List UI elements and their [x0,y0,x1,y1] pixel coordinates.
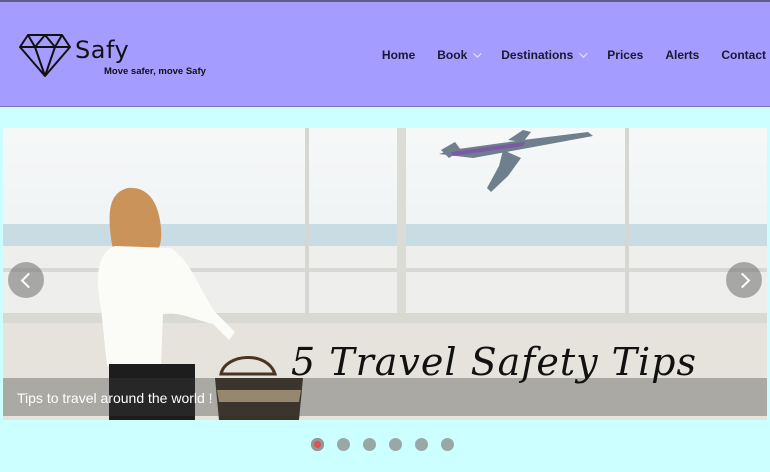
top-header: Safy Move safer, move Safy Home Book Des… [0,0,770,107]
chevron-right-icon [734,272,750,288]
slider-dot-3[interactable] [363,438,376,451]
nav-contact[interactable]: Contact [721,48,766,62]
nav-destinations-label: Destinations [501,48,574,62]
slider-dot-5[interactable] [415,438,428,451]
nav-contact-label: Contact [721,48,766,62]
nav-book[interactable]: Book [437,48,482,62]
diamond-icon [19,34,71,77]
nav-home[interactable]: Home [382,48,415,62]
nav-prices-label: Prices [607,48,644,62]
chevron-left-icon [20,272,36,288]
slider-dot-6[interactable] [441,438,454,451]
chevron-down-icon [473,49,482,58]
slide-caption: Tips to travel around the world ! [17,390,213,406]
nav-alerts[interactable]: Alerts [665,48,699,62]
slider-pagination [311,438,467,451]
site-logo[interactable]: Safy Move safer, move Safy [18,32,218,82]
nav-alerts-label: Alerts [665,48,700,62]
chevron-down-icon [579,49,588,58]
nav-prices[interactable]: Prices [607,48,643,62]
brand-name: Safy [75,36,130,64]
slider-dot-2[interactable] [337,438,350,451]
brand-tagline: Move safer, move Safy [104,66,206,77]
main-nav: Home Book Destinations Prices Alerts Con… [360,48,766,62]
slider-next-button[interactable] [726,262,762,298]
slider-dot-1[interactable] [311,438,324,451]
slide-headline: 5 Travel Safety Tips [291,340,697,384]
hero-slider: Tips to travel around the world ! 5 Trav… [3,128,767,420]
nav-book-label: Book [437,48,468,62]
nav-home-label: Home [381,48,416,62]
slider-prev-button[interactable] [8,262,44,298]
nav-destinations[interactable]: Destinations [501,48,588,62]
slider-dot-4[interactable] [389,438,402,451]
